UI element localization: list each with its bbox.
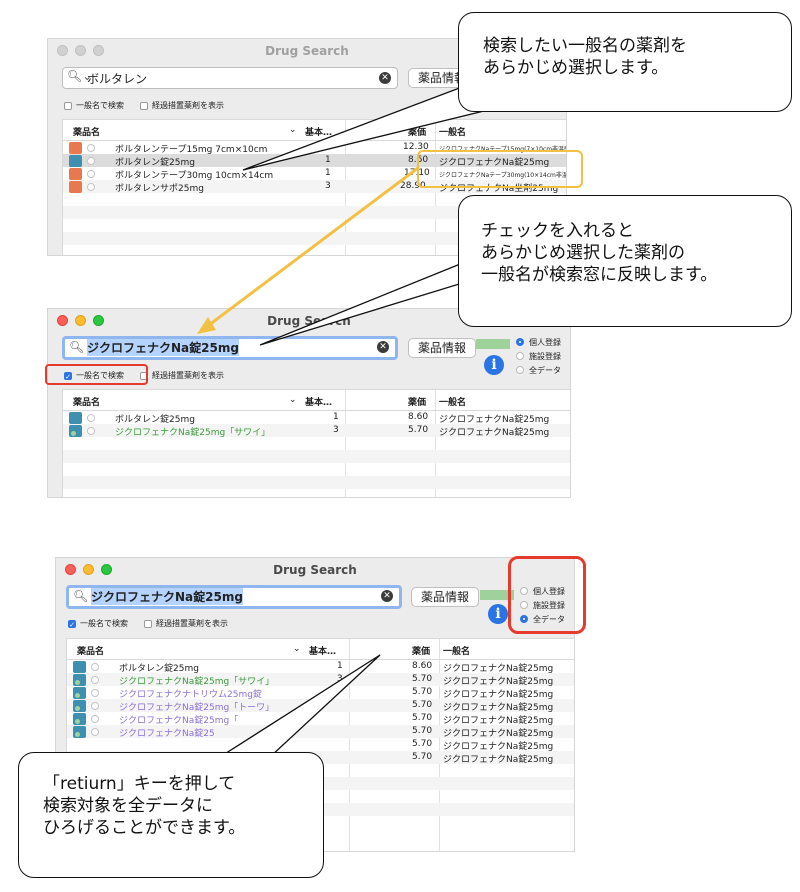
callout-1: 検索したい一般名の薬剤を あらかじめ選択します。: [458, 12, 792, 112]
callout-2-line-3: 一般名が検索窓に反映します。: [481, 265, 718, 285]
callout-3: 「retiurn」キーを押して 検索対象を全データに ひろげることができます。: [18, 752, 324, 878]
callout-2: チェックを入れると あらかじめ選択した薬剤の 一般名が検索窓に反映します。: [458, 195, 792, 327]
callout-1-line-2: あらかじめ選択します。: [483, 58, 669, 78]
callout-2-line-2: あらかじめ選択した薬剤の: [481, 243, 685, 263]
yellow-arrow-head: [197, 317, 216, 334]
callout-2-line-1: チェックを入れると: [481, 221, 634, 241]
callout-3-line-3: ひろげることができます。: [43, 818, 246, 838]
callout-3-pointer: [217, 654, 381, 758]
callout-3-line-1: 「retiurn」キーを押して: [43, 774, 236, 794]
callout-3-line-2: 検索対象を全データに: [43, 796, 213, 816]
callout-1-line-1: 検索したい一般名の薬剤を: [483, 36, 687, 56]
